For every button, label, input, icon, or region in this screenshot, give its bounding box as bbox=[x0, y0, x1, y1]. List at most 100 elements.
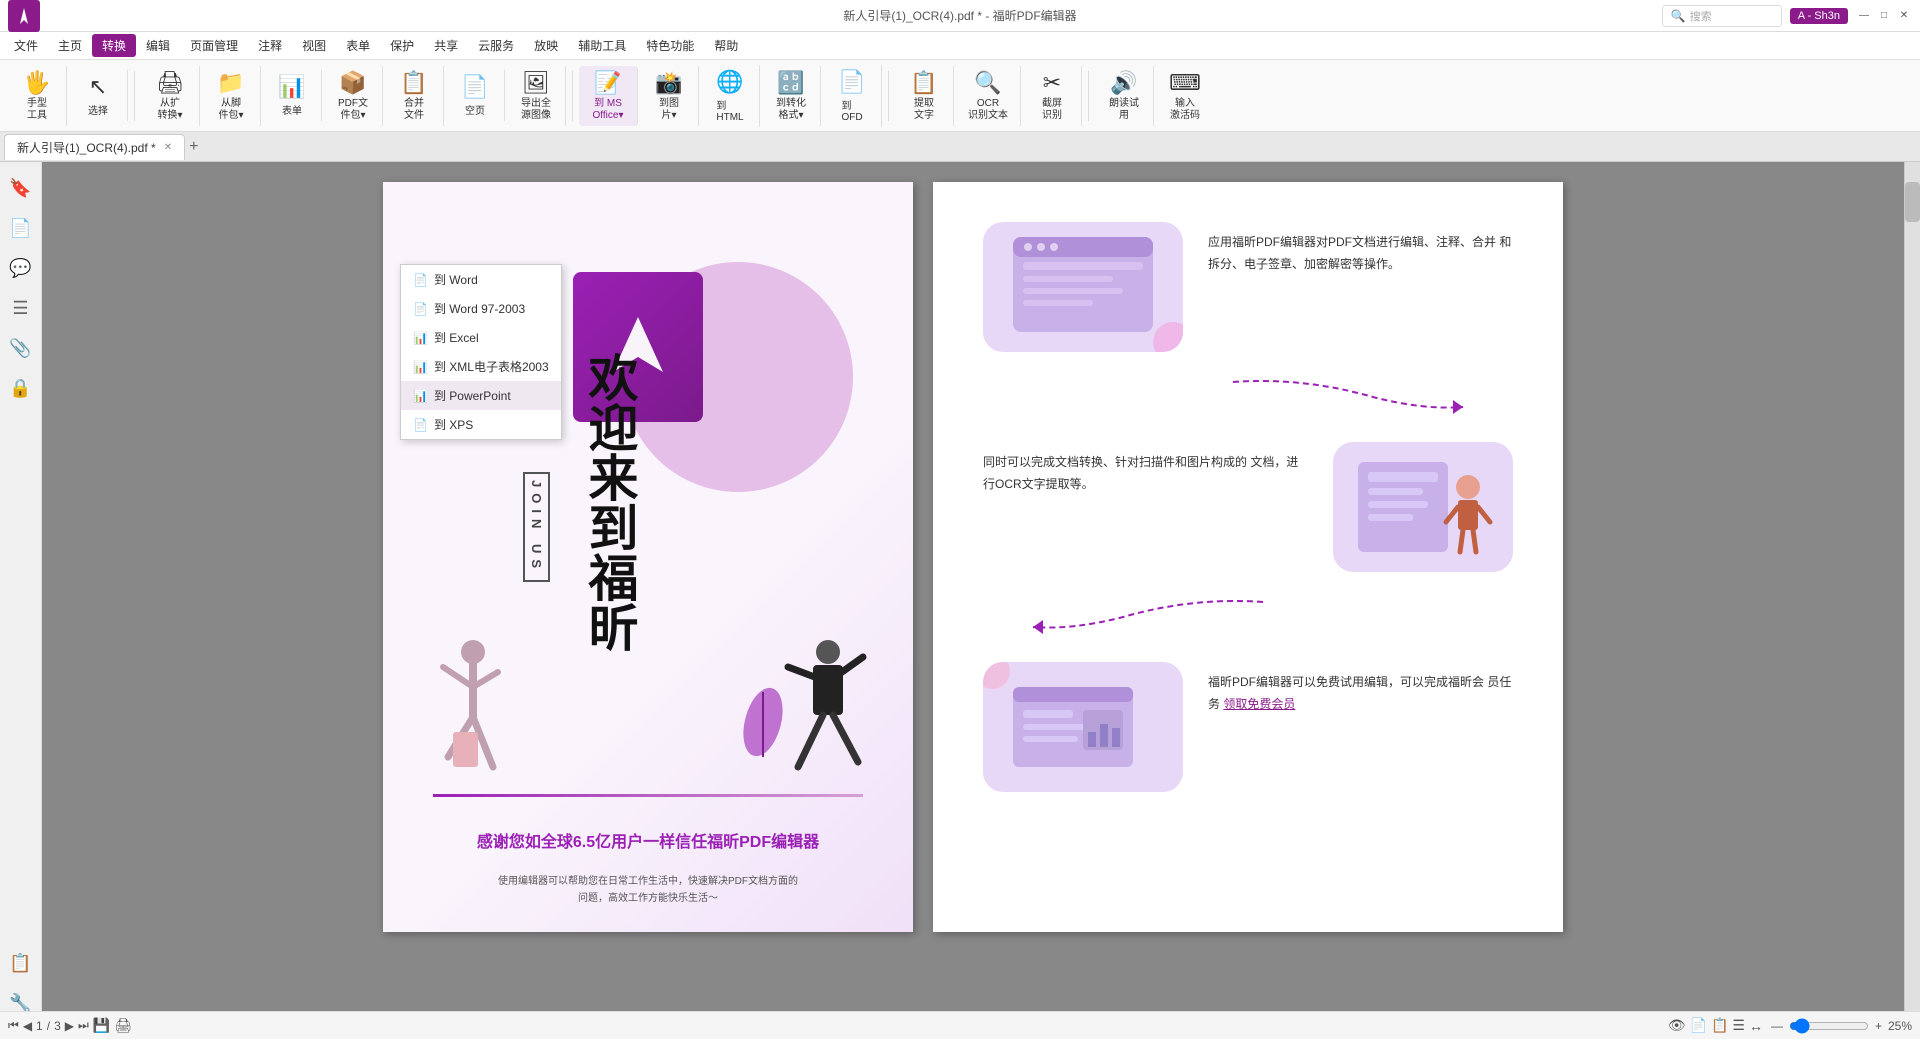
dropdown-to-word[interactable]: 📄 到 Word bbox=[401, 265, 561, 294]
sidebar-icon-layers[interactable]: ☰ bbox=[3, 290, 39, 326]
dashed-arrow-2 bbox=[983, 592, 1513, 647]
menu-share[interactable]: 共享 bbox=[424, 34, 468, 57]
dropdown-to-word-97[interactable]: 📄 到 Word 97-2003 bbox=[401, 294, 561, 323]
export-button[interactable]: 🖼 导出全源图像 bbox=[511, 66, 561, 126]
menu-annotate[interactable]: 注释 bbox=[248, 34, 292, 57]
ms-office-button[interactable]: 📝 到 MSOffice▾ bbox=[583, 66, 633, 126]
minimize-button[interactable]: — bbox=[1856, 8, 1872, 24]
close-button[interactable]: ✕ bbox=[1896, 8, 1912, 24]
window-title: 新人引导(1)_OCR(4).pdf * - 福昕PDF编辑器 bbox=[843, 7, 1076, 24]
to-html-button[interactable]: 🌐 到HTML bbox=[705, 65, 755, 127]
to-format-button[interactable]: 🔡 到转化格式▾ bbox=[766, 66, 816, 126]
pdf-pkg-label: PDF文件包▾ bbox=[338, 98, 368, 122]
form-button[interactable]: 📊 表单 bbox=[267, 70, 317, 121]
feature-3-text-area: 福昕PDF编辑器可以免费试用编辑，可以完成福昕会 员任务 领取免费会员 bbox=[1208, 662, 1513, 715]
fit-width-button[interactable]: ↔ bbox=[1749, 1018, 1763, 1034]
menu-pages[interactable]: 页面管理 bbox=[180, 34, 248, 57]
feature-3-text: 福昕PDF编辑器可以免费试用编辑，可以完成福昕会 员任务 领取免费会员 bbox=[1208, 672, 1513, 715]
menu-present[interactable]: 放映 bbox=[524, 34, 568, 57]
select-button[interactable]: ↖ 选择 bbox=[73, 70, 123, 121]
next-page-button[interactable]: ▶ bbox=[65, 1019, 74, 1033]
right-scrollbar[interactable] bbox=[1904, 162, 1920, 1039]
menu-home[interactable]: 主页 bbox=[48, 34, 92, 57]
menu-edit[interactable]: 编辑 bbox=[136, 34, 180, 57]
menu-view[interactable]: 视图 bbox=[292, 34, 336, 57]
blank-page-icon: 📄 bbox=[461, 74, 488, 100]
maximize-button[interactable]: □ bbox=[1876, 8, 1892, 24]
merge-button[interactable]: 📋 合并文件 bbox=[389, 66, 439, 126]
sidebar-icon-attachment[interactable]: 📎 bbox=[3, 330, 39, 366]
dropdown-to-excel[interactable]: 📊 到 Excel bbox=[401, 323, 561, 352]
scan-convert-button[interactable]: 🖨 从扩转换▾ bbox=[145, 66, 195, 126]
toolbar-group-hand: 🖐 手型工具 bbox=[8, 66, 67, 126]
scrollbar-thumb[interactable] bbox=[1905, 182, 1920, 222]
search-label: 搜索 bbox=[1690, 8, 1712, 24]
ocr-button[interactable]: 🔍 OCR识别文本 bbox=[960, 66, 1016, 126]
screenshot-button[interactable]: ✂ 截屏识别 bbox=[1027, 66, 1077, 126]
main-layout: 🔖 📄 💬 ☰ 📎 🔒 📋 🔧 ▶ JOIN US 欢迎来到福昕 bbox=[0, 162, 1920, 1039]
activate-icon: ⌨ bbox=[1169, 70, 1201, 96]
toolbar-group-select: ↖ 选择 bbox=[69, 70, 128, 121]
hand-tool-button[interactable]: 🖐 手型工具 bbox=[12, 66, 62, 126]
pkg-button[interactable]: 📁 从脚件包▾ bbox=[206, 66, 256, 126]
search-box[interactable]: 🔍 搜索 bbox=[1662, 5, 1782, 27]
dropdown-to-xml[interactable]: 📊 到 XML电子表格2003 bbox=[401, 352, 561, 381]
zoom-out-button[interactable]: — bbox=[1771, 1019, 1783, 1033]
tab-close-button[interactable]: ✕ bbox=[164, 142, 172, 153]
prev-page-button[interactable]: ◀ bbox=[23, 1019, 32, 1033]
sidebar-icon-bookmark[interactable]: 🔖 bbox=[3, 170, 39, 206]
next-next-page-button[interactable]: ⏭ bbox=[78, 1018, 89, 1033]
two-page-view-button[interactable]: 📋 bbox=[1711, 1017, 1728, 1034]
export-icon: 🖼 bbox=[522, 70, 550, 96]
scroll-view-button[interactable]: ☰ bbox=[1732, 1017, 1745, 1034]
to-excel-label: 到 Excel bbox=[434, 329, 479, 346]
pdf-pkg-button[interactable]: 📦 PDF文件包▾ bbox=[328, 66, 378, 126]
sidebar-icon-security[interactable]: 🔒 bbox=[3, 370, 39, 406]
user-badge[interactable]: A - Sh3n bbox=[1790, 8, 1848, 24]
menu-cloud[interactable]: 云服务 bbox=[468, 34, 524, 57]
toolbar: 🖐 手型工具 ↖ 选择 🖨 从扩转换▾ 📁 从脚件包▾ 📊 表单 📦 PDF文件 bbox=[0, 60, 1920, 132]
search-icon: 🔍 bbox=[1671, 9, 1686, 23]
excel-icon: 📊 bbox=[413, 331, 428, 345]
free-member-link[interactable]: 领取免费会员 bbox=[1223, 697, 1295, 711]
menu-help[interactable]: 帮助 bbox=[704, 34, 748, 57]
document-tab[interactable]: 新人引导(1)_OCR(4).pdf * ✕ bbox=[4, 134, 185, 160]
activate-label: 输入激活码 bbox=[1170, 98, 1200, 122]
toolbar-group-ofd: 📄 到OFD bbox=[823, 65, 882, 127]
sidebar-icon-comment[interactable]: 💬 bbox=[3, 250, 39, 286]
document-area: JOIN US 欢迎来到福昕 bbox=[42, 162, 1904, 1039]
zoom-in-button[interactable]: + bbox=[1875, 1019, 1882, 1033]
single-page-view-button[interactable]: 📄 bbox=[1690, 1017, 1707, 1034]
blank-page-label: 空页 bbox=[465, 102, 485, 117]
dropdown-to-powerpoint[interactable]: 📊 到 PowerPoint bbox=[401, 381, 561, 410]
blank-page-button[interactable]: 📄 空页 bbox=[450, 70, 500, 121]
menu-form[interactable]: 表单 bbox=[336, 34, 380, 57]
menu-file[interactable]: 文件 bbox=[4, 34, 48, 57]
menu-convert[interactable]: 转换 bbox=[92, 34, 136, 57]
title-bar-right: 🔍 搜索 A - Sh3n — □ ✕ bbox=[1662, 5, 1912, 27]
welcome-text: 欢迎来到福昕 bbox=[583, 352, 636, 652]
print-button[interactable]: 🖨 bbox=[114, 1017, 132, 1034]
tts-button[interactable]: 🔊 朗读试用 bbox=[1099, 66, 1149, 126]
tab-label: 新人引导(1)_OCR(4).pdf * bbox=[17, 139, 156, 156]
to-ofd-button[interactable]: 📄 到OFD bbox=[827, 65, 877, 127]
menu-assist[interactable]: 辅助工具 bbox=[568, 34, 636, 57]
activate-button[interactable]: ⌨ 输入激活码 bbox=[1160, 66, 1210, 126]
menu-special[interactable]: 特色功能 bbox=[636, 34, 704, 57]
save-as-button[interactable]: 💾 bbox=[93, 1017, 110, 1034]
screenshot-label: 截屏识别 bbox=[1042, 98, 1062, 122]
prev-prev-page-button[interactable]: ⏮ bbox=[8, 1018, 19, 1033]
word-icon: 📄 bbox=[413, 273, 428, 287]
extract-text-button[interactable]: 📋 提取文字 bbox=[899, 66, 949, 126]
zoom-slider[interactable] bbox=[1789, 1018, 1869, 1034]
add-tab-button[interactable]: + bbox=[189, 138, 198, 156]
sidebar-icon-thumbnail[interactable]: 📄 bbox=[3, 210, 39, 246]
toolbar-group-extract: 📋 提取文字 bbox=[895, 66, 954, 126]
total-page-number: 3 bbox=[54, 1019, 61, 1033]
ms-office-icon: 📝 bbox=[594, 70, 621, 96]
form-icon: 📊 bbox=[278, 74, 305, 100]
sidebar-icon-form[interactable]: 📋 bbox=[3, 945, 39, 981]
to-image-button[interactable]: 📸 到图片▾ bbox=[644, 66, 694, 126]
dropdown-to-xps[interactable]: 📄 到 XPS bbox=[401, 410, 561, 439]
menu-protect[interactable]: 保护 bbox=[380, 34, 424, 57]
